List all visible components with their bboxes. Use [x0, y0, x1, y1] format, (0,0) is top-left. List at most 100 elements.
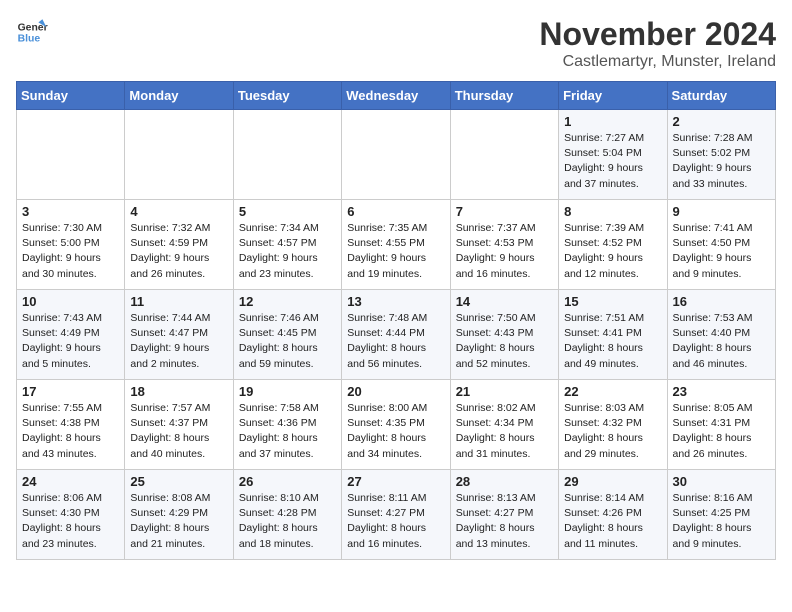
calendar-cell: 13 Sunrise: 7:48 AM Sunset: 4:44 PM Dayli…: [342, 290, 450, 380]
calendar-cell: 19 Sunrise: 7:58 AM Sunset: 4:36 PM Dayli…: [233, 380, 341, 470]
day-info: Sunrise: 8:02 AM Sunset: 4:34 PM Dayligh…: [456, 401, 553, 462]
calendar-cell: 20 Sunrise: 8:00 AM Sunset: 4:35 PM Dayli…: [342, 380, 450, 470]
logo-icon: General Blue: [16, 16, 48, 48]
calendar-week-4: 24 Sunrise: 8:06 AM Sunset: 4:30 PM Dayli…: [17, 470, 776, 560]
day-info: Sunrise: 8:16 AM Sunset: 4:25 PM Dayligh…: [673, 491, 770, 552]
day-number: 18: [130, 384, 227, 399]
day-info: Sunrise: 7:51 AM Sunset: 4:41 PM Dayligh…: [564, 311, 661, 372]
day-number: 17: [22, 384, 119, 399]
calendar-cell: 26 Sunrise: 8:10 AM Sunset: 4:28 PM Dayli…: [233, 470, 341, 560]
day-number: 3: [22, 204, 119, 219]
calendar-cell: 30 Sunrise: 8:16 AM Sunset: 4:25 PM Dayli…: [667, 470, 775, 560]
calendar-cell: 24 Sunrise: 8:06 AM Sunset: 4:30 PM Dayli…: [17, 470, 125, 560]
day-info: Sunrise: 7:30 AM Sunset: 5:00 PM Dayligh…: [22, 221, 119, 282]
calendar-cell: 27Sunrise: 8:11 AM Sunset: 4:27 PM Dayli…: [342, 470, 450, 560]
day-number: 19: [239, 384, 336, 399]
day-info: Sunrise: 7:43 AM Sunset: 4:49 PM Dayligh…: [22, 311, 119, 372]
day-info: Sunrise: 8:03 AM Sunset: 4:32 PM Dayligh…: [564, 401, 661, 462]
day-info: Sunrise: 8:08 AM Sunset: 4:29 PM Dayligh…: [130, 491, 227, 552]
day-number: 28: [456, 474, 553, 489]
calendar-cell: 9 Sunrise: 7:41 AM Sunset: 4:50 PM Daylig…: [667, 200, 775, 290]
calendar-cell: 16 Sunrise: 7:53 AM Sunset: 4:40 PM Dayli…: [667, 290, 775, 380]
day-number: 11: [130, 294, 227, 309]
month-title: November 2024: [539, 16, 776, 53]
day-number: 26: [239, 474, 336, 489]
calendar-cell: [125, 110, 233, 200]
day-info: Sunrise: 7:57 AM Sunset: 4:37 PM Dayligh…: [130, 401, 227, 462]
day-number: 8: [564, 204, 661, 219]
day-number: 7: [456, 204, 553, 219]
calendar-week-2: 10 Sunrise: 7:43 AM Sunset: 4:49 PM Dayli…: [17, 290, 776, 380]
day-number: 22: [564, 384, 661, 399]
day-number: 30: [673, 474, 770, 489]
calendar-cell: 2 Sunrise: 7:28 AM Sunset: 5:02 PM Daylig…: [667, 110, 775, 200]
day-info: Sunrise: 8:14 AM Sunset: 4:26 PM Dayligh…: [564, 491, 661, 552]
calendar-cell: 8 Sunrise: 7:39 AM Sunset: 4:52 PM Daylig…: [559, 200, 667, 290]
day-number: 14: [456, 294, 553, 309]
calendar-week-3: 17 Sunrise: 7:55 AM Sunset: 4:38 PM Dayli…: [17, 380, 776, 470]
day-number: 23: [673, 384, 770, 399]
day-info: Sunrise: 8:13 AM Sunset: 4:27 PM Dayligh…: [456, 491, 553, 552]
svg-text:Blue: Blue: [18, 34, 41, 45]
day-number: 29: [564, 474, 661, 489]
day-info: Sunrise: 8:05 AM Sunset: 4:31 PM Dayligh…: [673, 401, 770, 462]
day-number: 24: [22, 474, 119, 489]
day-number: 13: [347, 294, 444, 309]
day-info: Sunrise: 7:48 AM Sunset: 4:44 PM Dayligh…: [347, 311, 444, 372]
day-number: 10: [22, 294, 119, 309]
day-number: 15: [564, 294, 661, 309]
day-info: Sunrise: 7:35 AM Sunset: 4:55 PM Dayligh…: [347, 221, 444, 282]
day-info: Sunrise: 7:46 AM Sunset: 4:45 PM Dayligh…: [239, 311, 336, 372]
col-wednesday: Wednesday: [342, 82, 450, 110]
day-number: 25: [130, 474, 227, 489]
calendar-cell: 22 Sunrise: 8:03 AM Sunset: 4:32 PM Dayli…: [559, 380, 667, 470]
day-info: Sunrise: 7:58 AM Sunset: 4:36 PM Dayligh…: [239, 401, 336, 462]
calendar-cell: [342, 110, 450, 200]
day-number: 9: [673, 204, 770, 219]
header-row: Sunday Monday Tuesday Wednesday Thursday…: [17, 82, 776, 110]
day-number: 12: [239, 294, 336, 309]
day-info: Sunrise: 8:10 AM Sunset: 4:28 PM Dayligh…: [239, 491, 336, 552]
title-area: November 2024 Castlemartyr, Munster, Ire…: [539, 16, 776, 71]
calendar-cell: [450, 110, 558, 200]
day-info: Sunrise: 7:44 AM Sunset: 4:47 PM Dayligh…: [130, 311, 227, 372]
header: General Blue November 2024 Castlemartyr,…: [16, 16, 776, 71]
day-info: Sunrise: 7:32 AM Sunset: 4:59 PM Dayligh…: [130, 221, 227, 282]
calendar-cell: 7 Sunrise: 7:37 AM Sunset: 4:53 PM Daylig…: [450, 200, 558, 290]
calendar-week-1: 3 Sunrise: 7:30 AM Sunset: 5:00 PM Daylig…: [17, 200, 776, 290]
day-info: Sunrise: 7:41 AM Sunset: 4:50 PM Dayligh…: [673, 221, 770, 282]
day-info: Sunrise: 7:28 AM Sunset: 5:02 PM Dayligh…: [673, 131, 770, 192]
calendar-cell: 28 Sunrise: 8:13 AM Sunset: 4:27 PM Dayli…: [450, 470, 558, 560]
calendar-cell: 11 Sunrise: 7:44 AM Sunset: 4:47 PM Dayli…: [125, 290, 233, 380]
calendar-cell: 4 Sunrise: 7:32 AM Sunset: 4:59 PM Daylig…: [125, 200, 233, 290]
calendar-table: Sunday Monday Tuesday Wednesday Thursday…: [16, 81, 776, 560]
day-number: 16: [673, 294, 770, 309]
day-info: Sunrise: 7:27 AM Sunset: 5:04 PM Dayligh…: [564, 131, 661, 192]
calendar-cell: 14 Sunrise: 7:50 AM Sunset: 4:43 PM Dayli…: [450, 290, 558, 380]
location-title: Castlemartyr, Munster, Ireland: [539, 53, 776, 71]
calendar-cell: 23 Sunrise: 8:05 AM Sunset: 4:31 PM Dayli…: [667, 380, 775, 470]
day-info: Sunrise: 8:00 AM Sunset: 4:35 PM Dayligh…: [347, 401, 444, 462]
calendar-cell: 6 Sunrise: 7:35 AM Sunset: 4:55 PM Daylig…: [342, 200, 450, 290]
day-info: Sunrise: 7:39 AM Sunset: 4:52 PM Dayligh…: [564, 221, 661, 282]
day-info: Sunrise: 7:50 AM Sunset: 4:43 PM Dayligh…: [456, 311, 553, 372]
day-info: Sunrise: 7:53 AM Sunset: 4:40 PM Dayligh…: [673, 311, 770, 372]
calendar-cell: 10 Sunrise: 7:43 AM Sunset: 4:49 PM Dayli…: [17, 290, 125, 380]
calendar-cell: 25 Sunrise: 8:08 AM Sunset: 4:29 PM Dayli…: [125, 470, 233, 560]
calendar-cell: [233, 110, 341, 200]
calendar-cell: 15 Sunrise: 7:51 AM Sunset: 4:41 PM Dayli…: [559, 290, 667, 380]
day-info: Sunrise: 8:06 AM Sunset: 4:30 PM Dayligh…: [22, 491, 119, 552]
calendar-cell: 3 Sunrise: 7:30 AM Sunset: 5:00 PM Daylig…: [17, 200, 125, 290]
day-number: 5: [239, 204, 336, 219]
day-number: 2: [673, 114, 770, 129]
day-number: 20: [347, 384, 444, 399]
day-info: Sunrise: 8:11 AM Sunset: 4:27 PM Dayligh…: [347, 491, 444, 552]
col-saturday: Saturday: [667, 82, 775, 110]
col-tuesday: Tuesday: [233, 82, 341, 110]
col-thursday: Thursday: [450, 82, 558, 110]
calendar-cell: 21Sunrise: 8:02 AM Sunset: 4:34 PM Dayli…: [450, 380, 558, 470]
day-number: 4: [130, 204, 227, 219]
day-number: 6: [347, 204, 444, 219]
day-info: Sunrise: 7:37 AM Sunset: 4:53 PM Dayligh…: [456, 221, 553, 282]
day-info: Sunrise: 7:55 AM Sunset: 4:38 PM Dayligh…: [22, 401, 119, 462]
